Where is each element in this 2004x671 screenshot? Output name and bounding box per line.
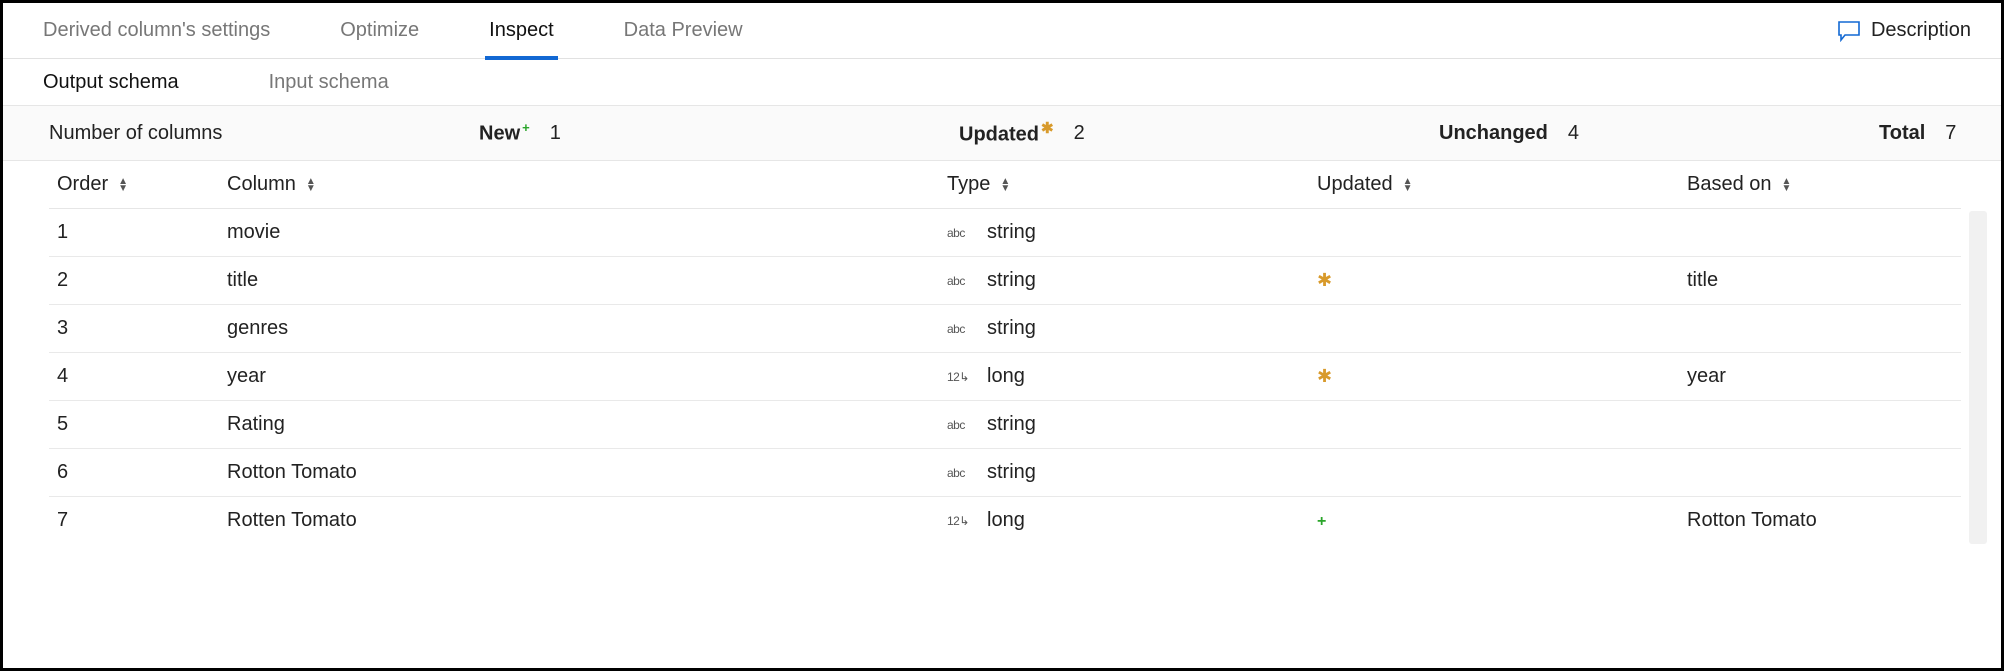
updated-value: 2 (1074, 122, 1085, 145)
cell-type: 12↳ long (939, 353, 1309, 401)
cell-based-on: Rotton Tomato (1679, 497, 1961, 545)
cell-based-on (1679, 209, 1961, 257)
cell-column: Rating (219, 401, 939, 449)
cell-order: 2 (49, 257, 219, 305)
header-order[interactable]: Order (49, 161, 219, 209)
cell-column: year (219, 353, 939, 401)
cell-order: 7 (49, 497, 219, 545)
cell-updated: ✱ (1309, 257, 1679, 305)
cell-based-on (1679, 401, 1961, 449)
sub-tabs: Output schema Input schema (3, 59, 2001, 105)
tab-optimize[interactable]: Optimize (340, 3, 419, 59)
table-row[interactable]: 4year12↳long✱year (49, 353, 1961, 401)
type-badge-icon: abc (947, 466, 973, 480)
cell-updated (1309, 209, 1679, 257)
cell-order: 5 (49, 401, 219, 449)
number-of-columns-label: Number of columns (49, 122, 222, 145)
plus-icon: + (522, 120, 530, 135)
type-badge-icon: 12↳ (947, 514, 973, 528)
cell-type: abc string (939, 209, 1309, 257)
type-name: long (987, 365, 1025, 388)
type-name: string (987, 413, 1036, 436)
tab-inspect[interactable]: Inspect (489, 3, 553, 59)
stats-bar: Number of columns New+ 1 Updated✱ 2 Unch… (3, 105, 2001, 161)
type-badge-icon: abc (947, 226, 973, 240)
cell-updated (1309, 401, 1679, 449)
updated-star-icon: ✱ (1317, 366, 1332, 386)
cell-order: 1 (49, 209, 219, 257)
unchanged-value: 4 (1568, 122, 1579, 145)
table-row[interactable]: 2titleabcstring✱title (49, 257, 1961, 305)
cell-based-on (1679, 449, 1961, 497)
cell-column: movie (219, 209, 939, 257)
cell-updated: + (1309, 497, 1679, 545)
cell-order: 4 (49, 353, 219, 401)
cell-based-on: year (1679, 353, 1961, 401)
cell-type: abc string (939, 305, 1309, 353)
tab-data-preview[interactable]: Data Preview (624, 3, 743, 59)
type-badge-icon: abc (947, 274, 973, 288)
table-row[interactable]: 6Rotton Tomato abc string (49, 449, 1961, 497)
cell-type: 12↳ long (939, 497, 1309, 545)
table-row[interactable]: 3genres abc string (49, 305, 1961, 353)
unchanged-label: Unchanged (1439, 122, 1548, 145)
type-name: string (987, 461, 1036, 484)
header-based-on[interactable]: Based on (1679, 161, 1961, 209)
type-name: string (987, 317, 1036, 340)
header-type[interactable]: Type (939, 161, 1309, 209)
type-name: string (987, 269, 1036, 292)
cell-updated (1309, 305, 1679, 353)
updated-label: Updated✱ (959, 119, 1054, 147)
updated-star-icon: ✱ (1317, 270, 1332, 290)
new-value: 1 (550, 122, 561, 145)
cell-column: title (219, 257, 939, 305)
sort-icon (306, 178, 316, 192)
total-value: 7 (1945, 122, 1956, 145)
cell-based-on (1679, 305, 1961, 353)
table-row[interactable]: 7Rotten Tomato 12↳ long + Rotton Tomato (49, 497, 1961, 545)
cell-column: genres (219, 305, 939, 353)
description-label: Description (1871, 19, 1971, 42)
type-badge-icon: 12↳ (947, 370, 973, 384)
type-badge-icon: abc (947, 418, 973, 432)
total-label: Total (1879, 122, 1925, 145)
sort-icon (1000, 178, 1010, 192)
cell-type: abc string (939, 401, 1309, 449)
table-row[interactable]: 5Rating abc string (49, 401, 1961, 449)
table-row[interactable]: 1movie abc string (49, 209, 1961, 257)
cell-column: Rotten Tomato (219, 497, 939, 545)
sort-icon (1403, 178, 1413, 192)
type-name: long (987, 509, 1025, 532)
cell-based-on: title (1679, 257, 1961, 305)
comment-icon (1837, 20, 1861, 42)
cell-column: Rotton Tomato (219, 449, 939, 497)
cell-type: abc string (939, 257, 1309, 305)
header-updated[interactable]: Updated (1309, 161, 1679, 209)
sort-icon (1782, 178, 1792, 192)
new-label: New+ (479, 120, 530, 146)
vertical-scrollbar[interactable] (1969, 211, 1987, 544)
cell-order: 3 (49, 305, 219, 353)
top-tabs: Derived column's settings Optimize Inspe… (3, 3, 2001, 59)
cell-order: 6 (49, 449, 219, 497)
description-button[interactable]: Description (1837, 19, 1971, 42)
header-column[interactable]: Column (219, 161, 939, 209)
cell-type: abc string (939, 449, 1309, 497)
type-name: string (987, 221, 1036, 244)
sort-icon (118, 178, 128, 192)
subtab-input-schema[interactable]: Input schema (269, 71, 389, 94)
cell-updated (1309, 449, 1679, 497)
type-badge-icon: abc (947, 322, 973, 336)
star-icon: ✱ (1041, 120, 1054, 137)
cell-updated: ✱ (1309, 353, 1679, 401)
tab-derived-column-settings[interactable]: Derived column's settings (43, 3, 270, 59)
new-plus-icon: + (1317, 513, 1326, 530)
schema-table: Order Column Type Updated Based on 1movi… (49, 161, 1961, 544)
subtab-output-schema[interactable]: Output schema (43, 71, 179, 94)
